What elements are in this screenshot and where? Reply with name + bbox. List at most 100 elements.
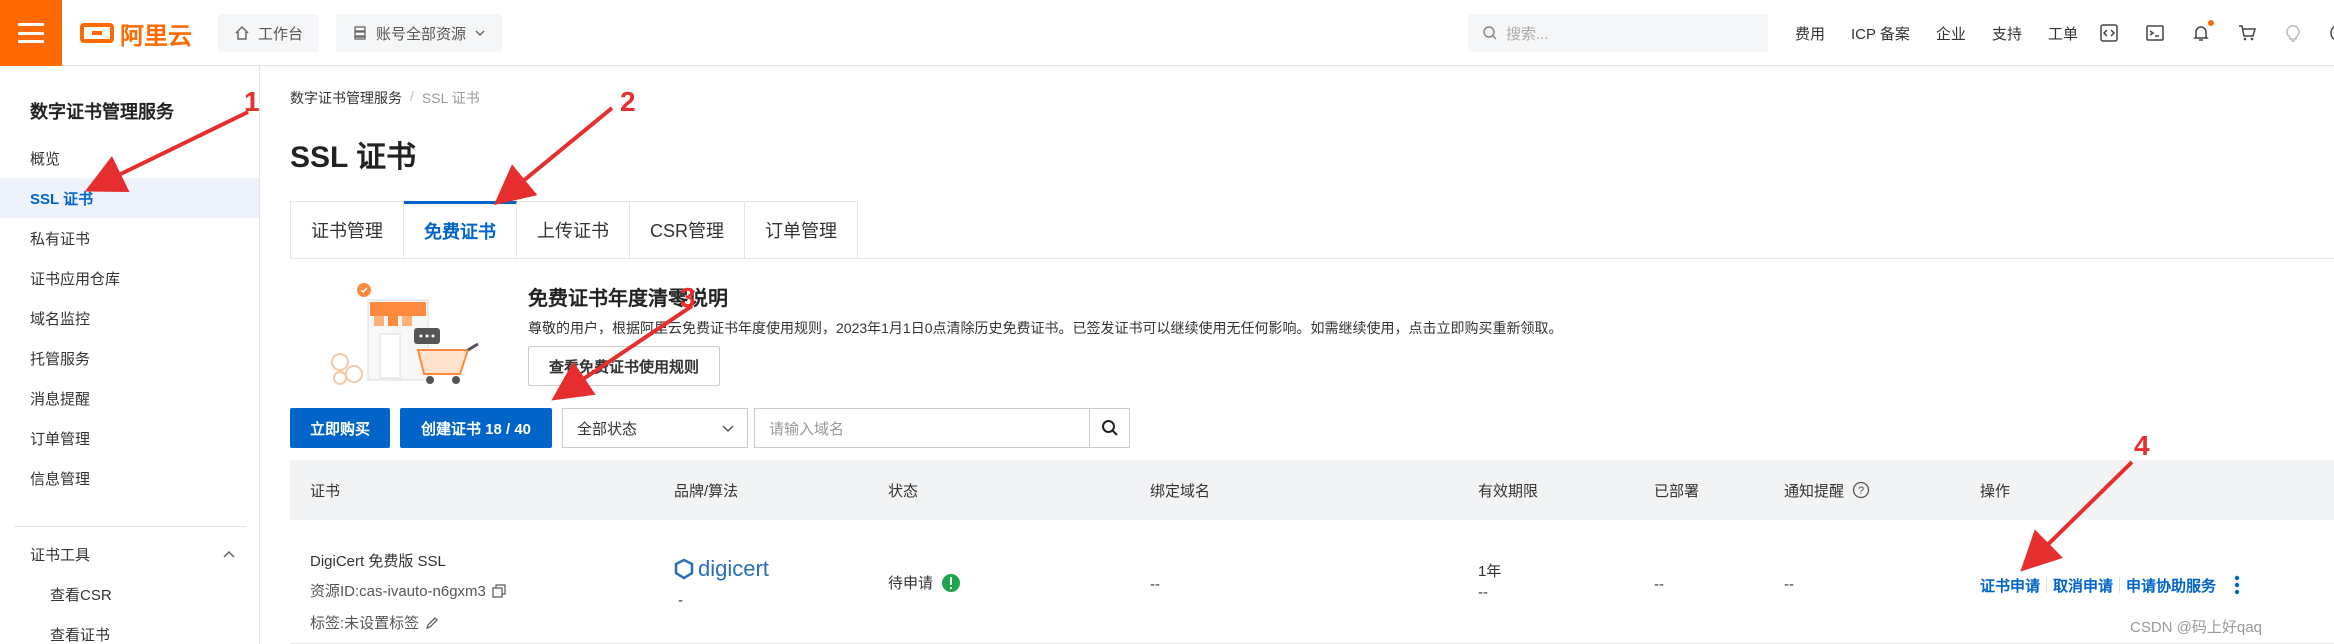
apply-cert-link[interactable]: 证书申请	[1980, 575, 2040, 596]
view-free-cert-rules-button[interactable]: 查看免费证书使用规则	[528, 346, 721, 386]
digicert-logo-icon	[674, 558, 694, 580]
resource-id-text: 资源ID:cas-ivauto-n6gxm3	[310, 583, 486, 600]
top-icons	[2098, 0, 2334, 66]
main-content: 数字证书管理服务 / SSL 证书 SSL 证书 证书管理 免费证书 上传证书 …	[290, 66, 2334, 644]
link-enterprise[interactable]: 企业	[1936, 23, 1966, 44]
sidebar-title: 数字证书管理服务	[30, 102, 174, 122]
aliyun-logo[interactable]: 阿里云	[80, 18, 192, 50]
status-text: 待申请	[888, 575, 934, 592]
tabs-underline	[290, 258, 2334, 259]
bound-domain: --	[1150, 576, 1160, 593]
sidebar-item-overview[interactable]: 概览	[0, 138, 259, 178]
sidebar-sub-view-csr[interactable]: 查看CSR	[50, 584, 112, 605]
notice-text: 尊敬的用户，根据阿里云免费证书年度使用规则，2023年1月1日0点清除历史免费证…	[528, 320, 1563, 336]
link-ticket[interactable]: 工单	[2048, 23, 2078, 44]
sidebar-sub-view-cert[interactable]: 查看证书	[50, 624, 110, 644]
resources-dropdown[interactable]: 账号全部资源	[336, 14, 503, 52]
sidebar-item-info[interactable]: 信息管理	[0, 458, 259, 498]
more-icon[interactable]	[2234, 574, 2240, 596]
exclamation-icon[interactable]	[941, 573, 961, 593]
deployed: --	[1654, 576, 1664, 593]
sidebar-item-domain-monitor[interactable]: 域名监控	[0, 298, 259, 338]
status-select-value: 全部状态	[577, 420, 638, 438]
notification-dot	[2208, 20, 2214, 26]
terminal-icon[interactable]	[2144, 22, 2166, 44]
search-icon	[1101, 420, 1118, 436]
watermark: CSDN @码上好qaq	[2130, 619, 2262, 636]
annotation-3: 3	[680, 282, 696, 313]
sidebar-item-cert-repo[interactable]: 证书应用仓库	[0, 258, 259, 298]
top-links: 费用 ICP 备案 企业 支持 工单	[1795, 0, 2078, 66]
tab-csr-manage[interactable]: CSR管理	[630, 201, 746, 259]
sidebar-divider	[14, 526, 246, 527]
sidebar-item-orders[interactable]: 订单管理	[0, 418, 259, 458]
code-icon[interactable]	[2098, 22, 2120, 44]
hamburger-icon	[18, 23, 44, 43]
sidebar-item-messages[interactable]: 消息提醒	[0, 378, 259, 418]
link-icp[interactable]: ICP 备案	[1851, 23, 1910, 44]
sidebar-group-label: 证书工具	[30, 547, 91, 564]
th-validity: 有效期限	[1478, 482, 1539, 500]
th-notify-label: 通知提醒	[1784, 482, 1845, 500]
bell-icon[interactable]	[2190, 20, 2214, 44]
menu-button[interactable]	[0, 0, 62, 66]
notify: --	[1784, 576, 1794, 593]
sidebar-group-cert-tools[interactable]: 证书工具	[30, 544, 236, 565]
tab-upload-cert[interactable]: 上传证书	[517, 201, 630, 259]
page-title: SSL 证书	[290, 141, 417, 174]
link-fees[interactable]: 费用	[1795, 23, 1825, 44]
brand-logo: digicert	[674, 556, 769, 582]
cert-status: 待申请	[888, 572, 961, 593]
global-search-input[interactable]: 搜索...	[1468, 14, 1768, 52]
logo-text: 阿里云	[120, 22, 192, 50]
user-avatar-icon[interactable]	[2328, 22, 2334, 44]
tab-cert-manage[interactable]: 证书管理	[290, 201, 404, 259]
domain-search-input[interactable]: 请输入域名	[754, 408, 1090, 448]
edit-icon[interactable]	[425, 616, 439, 630]
table-row: DigiCert 免费版 SSL 资源ID:cas-ivauto-n6gxm3 …	[290, 520, 2334, 644]
breadcrumb-current: SSL 证书	[421, 90, 480, 106]
domain-search-button[interactable]	[1090, 408, 1130, 448]
buy-now-button[interactable]: 立即购买	[290, 408, 390, 448]
validity: 1年	[1478, 563, 1502, 580]
chevron-up-icon	[223, 550, 235, 558]
cert-name: DigiCert 免费版 SSL	[310, 553, 446, 570]
cert-tag-text: 标签:未设置标签	[310, 615, 420, 632]
cert-tag: 标签:未设置标签	[310, 612, 439, 633]
cert-resource-id: 资源ID:cas-ivauto-n6gxm3	[310, 580, 506, 601]
search-placeholder: 搜索...	[1506, 25, 1549, 43]
home-icon	[235, 25, 249, 40]
tab-order-manage[interactable]: 订单管理	[745, 201, 859, 259]
help-icon[interactable]: ?	[1852, 481, 1870, 499]
sidebar-item-hosting[interactable]: 托管服务	[0, 338, 259, 378]
annotation-4: 4	[2134, 430, 2150, 461]
copy-icon[interactable]	[492, 583, 506, 598]
lightbulb-icon[interactable]	[2282, 22, 2304, 44]
action-separator	[2119, 577, 2121, 593]
workbench-button[interactable]: 工作台	[218, 14, 320, 52]
algorithm: -	[678, 592, 683, 609]
annotation-2: 2	[620, 86, 636, 117]
create-cert-button[interactable]: 创建证书 18 / 40	[400, 408, 552, 448]
th-deployed: 已部署	[1654, 482, 1700, 500]
database-icon	[354, 26, 366, 40]
cart-icon[interactable]	[2236, 22, 2258, 44]
assist-service-link[interactable]: 申请协助服务	[2126, 575, 2216, 596]
link-support[interactable]: 支持	[1992, 23, 2022, 44]
shop-illustration	[331, 283, 479, 385]
tab-bar: 证书管理 免费证书 上传证书 CSR管理 订单管理	[290, 201, 859, 259]
sidebar-item-private-cert[interactable]: 私有证书	[0, 218, 259, 258]
breadcrumb-separator: /	[410, 88, 414, 104]
brand-name: digicert	[698, 556, 769, 581]
breadcrumb: 数字证书管理服务 / SSL 证书	[290, 88, 480, 108]
notice-title: 免费证书年度清零说明	[528, 288, 728, 310]
breadcrumb-root[interactable]: 数字证书管理服务	[290, 88, 402, 108]
tab-free-cert[interactable]: 免费证书	[404, 201, 517, 259]
th-status: 状态	[888, 482, 919, 500]
top-bar: 阿里云 工作台 账号全部资源 搜索... 费用 ICP 备案 企业 支持 工单	[0, 0, 2334, 66]
chevron-down-icon	[722, 425, 734, 433]
sidebar-item-ssl[interactable]: SSL 证书	[0, 178, 259, 218]
validity-sub: --	[1478, 584, 1488, 601]
status-select[interactable]: 全部状态	[562, 408, 748, 448]
cancel-apply-link[interactable]: 取消申请	[2053, 575, 2113, 596]
